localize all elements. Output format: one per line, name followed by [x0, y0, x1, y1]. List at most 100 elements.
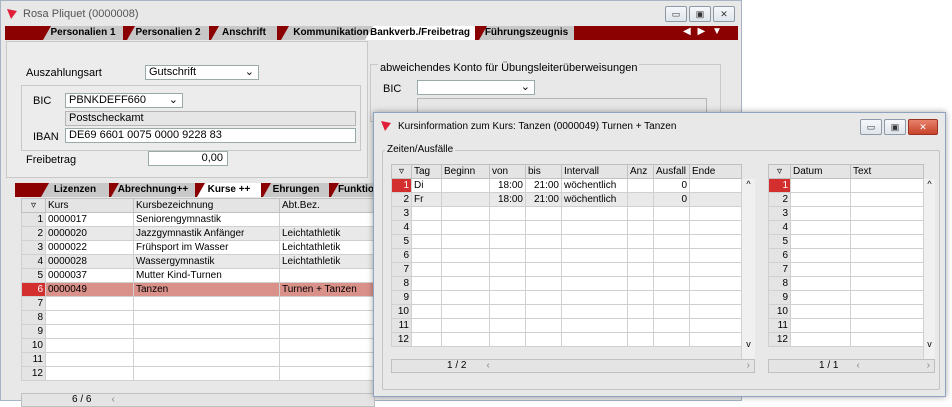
times-scrollbar[interactable]: ^ v — [741, 179, 755, 359]
cell-ausfall[interactable] — [653, 318, 690, 333]
cell-abt[interactable] — [279, 212, 376, 227]
table-row[interactable]: 11 — [768, 318, 924, 333]
cell-bez[interactable] — [133, 366, 280, 381]
cell-intervall[interactable] — [561, 332, 628, 347]
tab-5[interactable]: Bankverb./Freibetrag — [365, 26, 475, 40]
table-row[interactable]: 8 — [768, 276, 924, 291]
scroll-down-icon[interactable]: v — [924, 339, 935, 349]
cell-intervall[interactable] — [561, 262, 628, 277]
cell-datum[interactable] — [790, 318, 851, 333]
table-row[interactable]: 4 — [391, 220, 742, 235]
scroll-left-icon[interactable]: ‹ — [486, 360, 489, 371]
cell-text[interactable] — [850, 262, 924, 277]
cell-bez[interactable] — [133, 310, 280, 325]
table-row[interactable]: 4 0000028 Wassergymnastik Leichtathletik — [21, 254, 376, 269]
cell-bez[interactable]: Seniorengymnastik — [133, 212, 280, 227]
cell-beginn[interactable] — [441, 276, 490, 291]
cell-von[interactable] — [489, 206, 526, 221]
cell-text[interactable] — [850, 192, 924, 207]
close-button[interactable]: ✕ — [713, 6, 735, 22]
cell-beginn[interactable] — [441, 206, 490, 221]
col-intervall[interactable]: Intervall — [561, 164, 628, 179]
cell-datum[interactable] — [790, 206, 851, 221]
cell-tag[interactable] — [411, 332, 442, 347]
lower-tab-4[interactable]: Ehrungen — [263, 183, 329, 197]
cell-abt[interactable] — [279, 268, 376, 283]
cell-bez[interactable]: Wassergymnastik — [133, 254, 280, 269]
cell-text[interactable] — [850, 290, 924, 305]
cell-bis[interactable] — [525, 234, 562, 249]
scroll-up-icon[interactable]: ^ — [742, 179, 755, 189]
cell-ende[interactable] — [689, 262, 742, 277]
cell-von[interactable] — [489, 220, 526, 235]
table-row[interactable]: 9 — [21, 324, 376, 339]
table-row[interactable]: 8 — [391, 276, 742, 291]
cell-beginn[interactable] — [441, 234, 490, 249]
cell-text[interactable] — [850, 332, 924, 347]
cell-beginn[interactable] — [441, 262, 490, 277]
cell-bis[interactable] — [525, 220, 562, 235]
cell-ende[interactable] — [689, 332, 742, 347]
cell-ausfall[interactable] — [653, 220, 690, 235]
tab-4[interactable]: Kommunikation — [281, 26, 381, 40]
cell-von[interactable] — [489, 290, 526, 305]
cell-anz[interactable] — [627, 262, 654, 277]
cell-text[interactable] — [850, 318, 924, 333]
cell-datum[interactable] — [790, 290, 851, 305]
cell-ausfall[interactable] — [653, 234, 690, 249]
cell-intervall[interactable] — [561, 248, 628, 263]
cell-kurs[interactable] — [45, 324, 134, 339]
col-kursbezeichnung[interactable]: Kursbezeichnung — [133, 198, 280, 213]
cell-ende[interactable] — [689, 206, 742, 221]
cell-text[interactable] — [850, 206, 924, 221]
cell-kurs[interactable]: 0000017 — [45, 212, 134, 227]
cell-anz[interactable] — [627, 318, 654, 333]
cell-ausfall[interactable] — [653, 332, 690, 347]
cell-datum[interactable] — [790, 178, 851, 193]
cell-beginn[interactable] — [441, 290, 490, 305]
table-row[interactable]: 6 — [768, 248, 924, 263]
iban-input[interactable]: DE69 6601 0075 0000 9228 83 — [65, 128, 356, 143]
table-row[interactable]: 7 — [768, 262, 924, 277]
scroll-left-icon[interactable]: ‹ — [111, 394, 114, 405]
cell-ausfall[interactable] — [653, 262, 690, 277]
auszahlungsart-select[interactable]: Gutschrift ⌄ — [145, 65, 259, 80]
col-abt[interactable]: Abt.Bez. — [279, 198, 376, 213]
cell-intervall[interactable] — [561, 206, 628, 221]
cell-von[interactable] — [489, 318, 526, 333]
table-row[interactable]: 12 — [391, 332, 742, 347]
cell-tag[interactable] — [411, 304, 442, 319]
cell-bis[interactable] — [525, 262, 562, 277]
cell-tag[interactable]: Di — [411, 178, 442, 193]
table-row[interactable]: 8 — [21, 310, 376, 325]
cell-bez[interactable] — [133, 338, 280, 353]
cell-bez[interactable] — [133, 324, 280, 339]
cell-kurs[interactable] — [45, 338, 134, 353]
filter-icon[interactable]: ▿ — [391, 164, 412, 179]
cell-bis[interactable] — [525, 332, 562, 347]
dates-scrollbar[interactable]: ^ v — [923, 179, 935, 359]
cell-ausfall[interactable] — [653, 248, 690, 263]
table-row[interactable]: 1 Di 18:00 21:00 wöchentlich 0 — [391, 178, 742, 193]
cell-anz[interactable] — [627, 220, 654, 235]
table-row[interactable]: 9 — [768, 290, 924, 305]
table-row[interactable]: 5 — [391, 234, 742, 249]
cell-anz[interactable] — [627, 332, 654, 347]
table-row[interactable]: 2 0000020 Jazzgymnastik Anfänger Leichtathl… — [21, 226, 376, 241]
cell-text[interactable] — [850, 304, 924, 319]
table-row[interactable]: 6 0000049 Tanzen Turnen + Tanzen — [21, 282, 376, 297]
scroll-right-icon[interactable]: › — [747, 360, 750, 372]
cell-abt[interactable] — [279, 366, 376, 381]
col-bis[interactable]: bis — [525, 164, 562, 179]
tab-6[interactable]: Führungszeugnis — [479, 26, 574, 40]
cell-abt[interactable] — [279, 310, 376, 325]
scroll-up-icon[interactable]: ^ — [924, 179, 935, 189]
table-row[interactable]: 1 — [768, 178, 924, 193]
close-button[interactable]: ✕ — [908, 119, 938, 135]
cell-text[interactable] — [850, 276, 924, 291]
cell-tag[interactable] — [411, 206, 442, 221]
table-row[interactable]: 3 — [391, 206, 742, 221]
table-row[interactable]: 6 — [391, 248, 742, 263]
maximize-button[interactable]: ▣ — [884, 119, 906, 135]
cell-intervall[interactable] — [561, 290, 628, 305]
